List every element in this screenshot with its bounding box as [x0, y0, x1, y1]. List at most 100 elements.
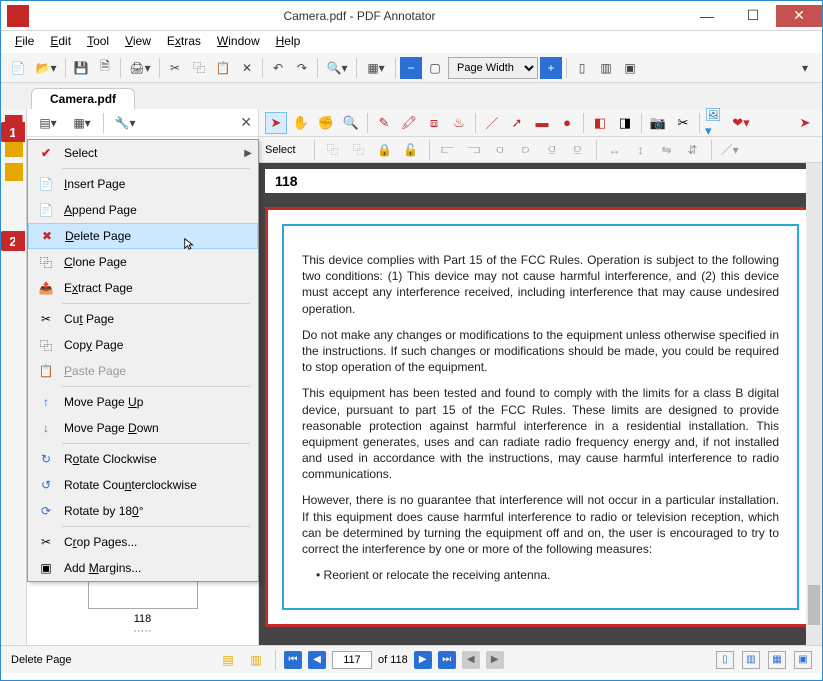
menu-item-move-up[interactable]: ↑ Move Page Up — [28, 389, 258, 415]
print-button[interactable]: 🖨▾ — [125, 57, 155, 79]
ellipse-tool[interactable]: ● — [556, 112, 578, 134]
menu-extras[interactable]: Extras — [159, 31, 209, 53]
menu-item-rotate-ccw[interactable]: ↺ Rotate Counterclockwise — [28, 472, 258, 498]
menu-edit[interactable]: Edit — [42, 31, 79, 53]
view-mode-1[interactable]: ▯ — [716, 651, 734, 669]
maximize-button[interactable]: ☐ — [730, 5, 776, 27]
menu-help[interactable]: Help — [268, 31, 309, 53]
stamp-tool[interactable]: ♨ — [448, 112, 470, 134]
align-top-button[interactable]: ⫐ — [516, 140, 536, 160]
minimize-button[interactable]: — — [684, 5, 730, 27]
distribute-v-button[interactable]: ↕ — [631, 140, 651, 160]
unlock-button[interactable]: 🔓 — [401, 140, 421, 160]
pen-tool[interactable]: ✎ — [373, 112, 395, 134]
prev-page-button[interactable]: ◀ — [308, 651, 326, 669]
page-number-input[interactable] — [332, 651, 372, 669]
paste-button[interactable]: 📋 — [212, 57, 234, 79]
eraser-tool[interactable]: ◧ — [589, 112, 611, 134]
zoom-select[interactable]: Page Width — [448, 57, 538, 79]
menu-item-move-down[interactable]: ↓ Move Page Down — [28, 415, 258, 441]
zoom-out-button[interactable]: − — [400, 57, 422, 79]
text-tool[interactable]: ⧈ — [423, 112, 445, 134]
two-page-button[interactable]: ▣ — [619, 57, 641, 79]
status-icon-2[interactable]: ▥ — [245, 649, 267, 671]
nav-back-button[interactable]: ◀ — [462, 651, 480, 669]
favorite-tool[interactable]: ❤▾ — [730, 112, 752, 134]
snapshot-tool[interactable]: 📷 — [647, 112, 669, 134]
menu-tool[interactable]: Tool — [79, 31, 117, 53]
grab-tool[interactable]: ✊ — [315, 112, 337, 134]
arrow-tool[interactable]: ➚ — [506, 112, 528, 134]
menu-item-copy-page[interactable]: ⿻ Copy Page — [28, 332, 258, 358]
view-mode-2[interactable]: ▥ — [742, 651, 760, 669]
sidebar-tools-dropdown[interactable]: 🔧▾ — [110, 112, 140, 134]
close-button[interactable]: ✕ — [776, 5, 822, 27]
align-left-button[interactable]: ⫍ — [438, 140, 458, 160]
open-button[interactable]: 📂▾ — [31, 57, 61, 79]
rect-tool[interactable]: ▬ — [531, 112, 553, 134]
flip-h-button[interactable]: ⇋ — [657, 140, 677, 160]
menu-item-add-margins[interactable]: ▣ Add Margins... — [28, 555, 258, 581]
menu-item-clone-page[interactable]: ⿻ Clone Page — [28, 249, 258, 275]
single-page-button[interactable]: ▯ — [571, 57, 593, 79]
next-page-button[interactable]: ▶ — [414, 651, 432, 669]
menu-item-delete-page[interactable]: ✖ Delete Page — [28, 223, 258, 249]
menu-item-insert-page[interactable]: 📄 Insert Page — [28, 171, 258, 197]
copy-button[interactable]: ⿻ — [188, 57, 210, 79]
zoom-in-button[interactable]: + — [540, 57, 562, 79]
distribute-h-button[interactable]: ↔ — [605, 140, 625, 160]
view-mode-3[interactable]: ▦ — [768, 651, 786, 669]
redo-button[interactable]: ↷ — [291, 57, 313, 79]
pointer-tool[interactable]: ➤ — [265, 112, 287, 134]
erase-all-tool[interactable]: ◨ — [614, 112, 636, 134]
crop-tool[interactable]: ✂ — [672, 112, 694, 134]
line-style-button[interactable]: ／▾ — [720, 140, 740, 160]
align-right-button[interactable]: ⫏ — [490, 140, 510, 160]
layers-icon[interactable] — [5, 163, 23, 181]
marker-tool[interactable]: 🖍 — [398, 112, 420, 134]
last-page-button[interactable]: ⏭ — [438, 651, 456, 669]
menu-item-rotate-180[interactable]: ⟳ Rotate by 180° — [28, 498, 258, 524]
menu-item-crop-pages[interactable]: ✂ Crop Pages... — [28, 529, 258, 555]
first-page-button[interactable]: ⏮ — [284, 651, 302, 669]
nav-forward-button[interactable]: ▶ — [486, 651, 504, 669]
menu-item-rotate-cw[interactable]: ↻ Rotate Clockwise — [28, 446, 258, 472]
align-center-button[interactable]: ⫎ — [464, 140, 484, 160]
cut-button[interactable]: ✂ — [164, 57, 186, 79]
menu-window[interactable]: Window — [209, 31, 268, 53]
sidebar-view-dropdown[interactable]: ▦▾ — [67, 112, 97, 134]
menu-file[interactable]: File — [7, 31, 42, 53]
status-icon-1[interactable]: ▤ — [217, 649, 239, 671]
lock-button[interactable]: 🔒 — [375, 140, 395, 160]
document-tab[interactable]: Camera.pdf — [31, 88, 135, 109]
find-button[interactable]: 🔍▾ — [322, 57, 352, 79]
continuous-button[interactable]: ▥ — [595, 57, 617, 79]
ungroup-button[interactable]: ⿻ — [349, 140, 369, 160]
vertical-scrollbar[interactable] — [806, 163, 822, 645]
new-doc-button[interactable]: 📄 — [7, 57, 29, 79]
view-mode-4[interactable]: ▣ — [794, 651, 812, 669]
sidebar-close-button[interactable]: ✕ — [240, 114, 252, 131]
zoom-tool[interactable]: 🔍 — [340, 112, 362, 134]
pan-tool[interactable]: ✋ — [290, 112, 312, 134]
image-tool[interactable]: 🖼▾ — [705, 112, 727, 134]
flip-v-button[interactable]: ⇵ — [683, 140, 703, 160]
align-bottom-button[interactable]: ⫒ — [568, 140, 588, 160]
menu-view[interactable]: View — [117, 31, 159, 53]
group-button[interactable]: ⿻ — [323, 140, 343, 160]
overflow-button[interactable]: ▾ — [794, 57, 816, 79]
line-tool[interactable]: ／ — [481, 112, 503, 134]
menu-item-cut-page[interactable]: ✂ Cut Page — [28, 306, 258, 332]
undo-button[interactable]: ↶ — [267, 57, 289, 79]
menu-item-append-page[interactable]: 📄 Append Page — [28, 197, 258, 223]
scrollbar-thumb[interactable] — [808, 585, 820, 625]
page-viewport[interactable]: 118 This device complies with Part 15 of… — [259, 163, 822, 645]
menu-item-select[interactable]: ✔ Select ▶ — [28, 140, 258, 166]
save-button[interactable]: 💾 — [70, 57, 92, 79]
align-middle-button[interactable]: ⫑ — [542, 140, 562, 160]
save-as-button[interactable]: 🗎 — [94, 57, 116, 79]
sidebar-pages-dropdown[interactable]: ▤▾ — [33, 112, 63, 134]
fit-page-button[interactable]: ▢ — [424, 57, 446, 79]
delete-button[interactable]: ✕ — [236, 57, 258, 79]
menu-item-extract-page[interactable]: 📤 Extract Page — [28, 275, 258, 301]
